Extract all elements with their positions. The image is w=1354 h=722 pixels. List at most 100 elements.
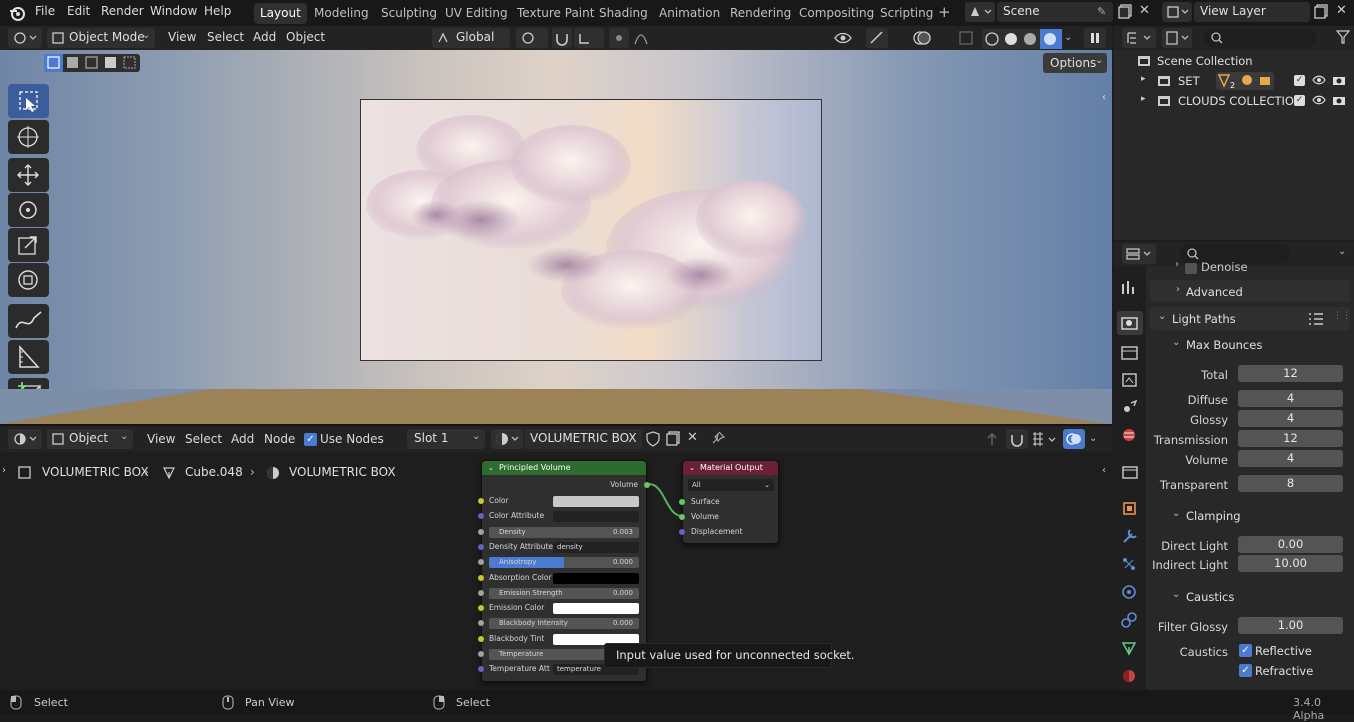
set-render-camera-icon[interactable]	[1332, 74, 1346, 86]
pv-input-socket[interactable]	[478, 666, 484, 673]
ne-menu-add[interactable]: Add	[231, 432, 254, 446]
set-include-checkbox[interactable]: ✓	[1294, 75, 1305, 86]
tab-animation[interactable]: Animation	[653, 3, 726, 24]
material-browse-icon[interactable]	[491, 429, 523, 449]
vp-menu-view[interactable]: View	[168, 30, 196, 44]
principled-volume-header[interactable]: ⌄ Principled Volume	[482, 461, 646, 475]
tab-uv-editing[interactable]: UV Editing	[439, 3, 514, 24]
view-layer-field[interactable]: View Layer	[1194, 2, 1310, 22]
max-bounces-title[interactable]: Max Bounces	[1186, 338, 1262, 352]
menu-file[interactable]: File	[35, 4, 55, 18]
outliner-item-set[interactable]: SET	[1178, 74, 1200, 88]
refractive-checkbox[interactable]: ✓	[1239, 664, 1252, 677]
filter-glossy-field[interactable]: 1.00	[1238, 617, 1343, 634]
bounce-value-field[interactable]: 4	[1238, 390, 1343, 407]
pv-input-socket[interactable]	[478, 635, 484, 642]
node-snap-icon[interactable]	[1006, 429, 1028, 449]
vp-menu-select[interactable]: Select	[207, 30, 244, 44]
bounce-value-field[interactable]: 8	[1238, 475, 1343, 492]
world-tab-icon[interactable]	[1117, 423, 1143, 447]
tab-shading[interactable]: Shading	[593, 3, 654, 24]
use-nodes-checkbox[interactable]: ✓	[304, 433, 317, 446]
duplicate-material-icon[interactable]	[665, 430, 681, 446]
reflective-checkbox[interactable]: ✓	[1239, 644, 1252, 657]
pv-color-swatch[interactable]	[553, 496, 639, 507]
transform-tool-icon[interactable]	[8, 263, 49, 297]
editor-type-3d-icon[interactable]	[8, 28, 42, 48]
blender-logo-icon[interactable]	[9, 5, 25, 21]
bounce-value-field[interactable]: 12	[1238, 430, 1343, 447]
tab-modeling[interactable]: Modeling	[308, 3, 375, 24]
advanced-panel[interactable]	[1150, 280, 1350, 302]
pv-color-swatch[interactable]	[553, 572, 639, 584]
pv-input-socket[interactable]	[478, 605, 484, 612]
expand-set-icon[interactable]: ▸	[1141, 74, 1146, 84]
pv-input-socket[interactable]	[478, 651, 484, 657]
caustics-collapse-icon[interactable]: ⌄	[1172, 589, 1180, 600]
pv-attribute-field[interactable]	[553, 511, 639, 523]
outliner-search-input[interactable]	[1204, 28, 1316, 48]
pv-input-socket[interactable]	[478, 513, 484, 520]
editor-type-shader-icon[interactable]	[8, 429, 42, 449]
pv-input-socket[interactable]	[478, 589, 484, 596]
pv-slider[interactable]: Anisotropy 0.000	[489, 557, 639, 569]
parent-node-tree-icon[interactable]	[983, 430, 1001, 448]
outliner-scene-collection[interactable]: Scene Collection	[1157, 54, 1253, 68]
pv-input-socket[interactable]	[478, 620, 484, 627]
cursor-tool-icon[interactable]	[8, 120, 49, 154]
shader-type-dropdown[interactable]: Object ⌄	[47, 429, 133, 449]
menu-help[interactable]: Help	[204, 4, 231, 18]
set-visibility-icon[interactable]	[1312, 74, 1326, 86]
annotate-tool-icon[interactable]	[8, 304, 49, 338]
advanced-panel-title[interactable]: Advanced	[1186, 285, 1243, 299]
view-layer-tab-icon[interactable]	[1117, 368, 1143, 392]
falloff-icon[interactable]	[633, 30, 659, 46]
unlink-material-icon[interactable]: ✕	[687, 430, 698, 445]
outliner-editor-type-icon[interactable]	[1122, 28, 1156, 48]
indirect-light-field[interactable]: 10.00	[1238, 555, 1343, 572]
snap-grid-icon[interactable]	[1031, 431, 1059, 447]
pv-input-socket[interactable]	[478, 559, 484, 566]
move-tool-icon[interactable]	[8, 158, 49, 192]
tab-sculpting[interactable]: Sculpting	[375, 3, 443, 24]
object-tab-icon[interactable]	[1117, 496, 1143, 520]
pv-color-swatch[interactable]	[553, 603, 639, 615]
vp-menu-add[interactable]: Add	[253, 30, 276, 44]
light-paths-panel-title[interactable]: Light Paths	[1172, 312, 1236, 326]
select-box-tool-icon[interactable]	[8, 84, 49, 118]
displacement-input-socket[interactable]	[679, 529, 685, 535]
slot-dropdown[interactable]: Slot 1 ⌄	[407, 429, 485, 449]
scene-name-field[interactable]: Scene	[997, 2, 1113, 22]
xray-icon[interactable]	[958, 30, 974, 46]
tab-layout[interactable]: Layout	[254, 3, 307, 24]
snap-icon[interactable]	[552, 28, 572, 48]
visibility-icon[interactable]	[833, 29, 861, 47]
close-scene-icon[interactable]: ✕	[1139, 3, 1150, 18]
clouds-render-camera-icon[interactable]	[1332, 94, 1346, 106]
vp-menu-object[interactable]: Object	[286, 30, 325, 44]
clouds-visibility-icon[interactable]	[1312, 94, 1326, 106]
pv-input-socket[interactable]	[478, 528, 484, 535]
node-editor-canvas[interactable]: VOLUMETRIC BOX › Cube.048 › VOLUMETRIC B…	[0, 452, 1112, 690]
pv-input-socket[interactable]	[478, 543, 484, 550]
tool-tab-icon[interactable]	[1117, 276, 1143, 300]
collection-tab-icon[interactable]	[1117, 460, 1143, 484]
3d-viewport[interactable]: Options ⌄ ‹	[0, 50, 1112, 424]
pv-slider[interactable]: Density 0.003	[489, 526, 639, 538]
pv-slider[interactable]: Blackbody Intensity 0.000	[489, 618, 639, 630]
rotate-tool-icon[interactable]	[8, 193, 49, 227]
material-name-field[interactable]: VOLUMETRIC BOX	[524, 429, 642, 449]
sidebar-toggle-icon[interactable]: ‹	[1102, 92, 1106, 103]
pivot-point-icon[interactable]	[516, 28, 548, 48]
pv-input-socket[interactable]	[478, 498, 484, 504]
light-paths-collapse-icon[interactable]: ⌄	[1158, 311, 1166, 322]
new-scene-icon[interactable]	[1117, 3, 1133, 19]
fake-user-icon[interactable]	[646, 431, 660, 447]
menu-edit[interactable]: Edit	[67, 4, 90, 18]
measure-tool-icon[interactable]	[8, 340, 49, 374]
clamping-title[interactable]: Clamping	[1186, 509, 1241, 523]
scene-tab-icon[interactable]	[1117, 395, 1143, 419]
options-button[interactable]: Options ⌄	[1043, 53, 1107, 73]
new-view-layer-icon[interactable]	[1313, 3, 1329, 19]
pin-icon[interactable]: ✎	[1097, 5, 1106, 18]
